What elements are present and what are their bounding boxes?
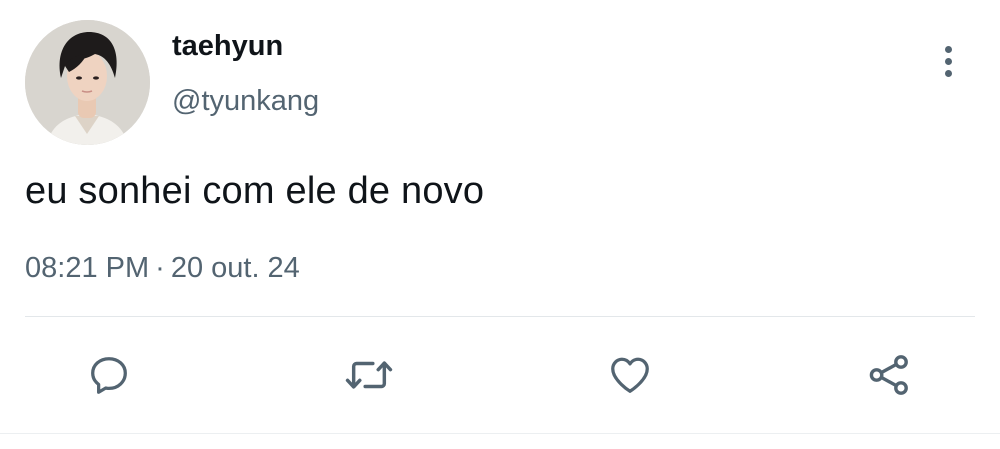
profile-photo (25, 20, 150, 145)
bottom-divider (0, 433, 1000, 434)
like-button[interactable] (605, 350, 655, 400)
tweet-timestamp[interactable]: 08:21 PM · 20 out. 24 (25, 252, 300, 285)
more-vertical-icon (944, 45, 952, 53)
retweet-button[interactable] (344, 350, 394, 400)
display-name[interactable]: taehyun (172, 30, 283, 63)
share-icon (869, 355, 908, 395)
more-options-button[interactable] (930, 40, 966, 82)
share-button[interactable] (865, 350, 915, 400)
tweet-text: eu sonhei com ele de novo (25, 170, 485, 212)
tweet-date: 20 out. 24 (170, 252, 300, 284)
tweet-card: taehyun @tyunkang eu sonhei com ele de n… (0, 0, 1000, 449)
user-handle[interactable]: @tyunkang (172, 85, 319, 118)
divider (25, 316, 975, 317)
reply-icon (91, 357, 127, 394)
reply-button[interactable] (84, 350, 134, 400)
tweet-time: 08:21 PM (25, 252, 150, 284)
retweet-icon (345, 361, 393, 389)
avatar[interactable] (25, 20, 150, 145)
meta-separator: · (155, 252, 165, 284)
heart-icon (611, 357, 649, 393)
